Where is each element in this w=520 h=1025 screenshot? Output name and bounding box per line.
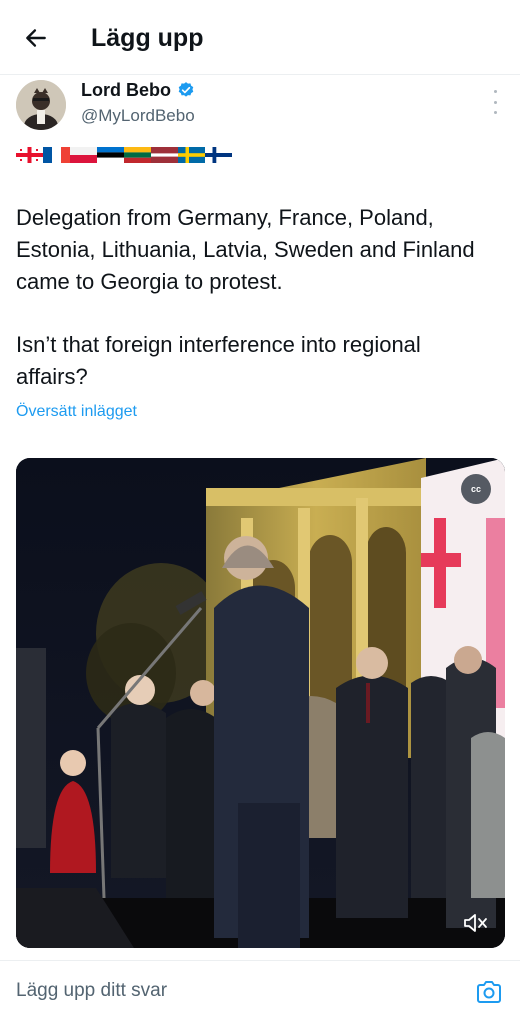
flag-emoji-row (16, 147, 232, 163)
estonia-flag-icon (97, 147, 124, 163)
speaker-muted-icon[interactable] (463, 912, 489, 934)
author-name-row[interactable]: Lord Bebo (81, 79, 195, 101)
reply-input[interactable] (16, 975, 456, 1007)
georgia-flag-icon (16, 147, 43, 163)
camera-icon[interactable] (475, 979, 503, 1005)
verified-badge-icon (178, 82, 194, 97)
post-text-paragraph: Delegation from Germany, France, Poland,… (16, 205, 475, 294)
closed-captions-button[interactable]: cc (461, 474, 491, 504)
more-options-button[interactable] (485, 90, 505, 114)
lithuania-flag-icon (124, 147, 151, 163)
finland-flag-icon (205, 147, 232, 163)
arrow-left-icon (26, 29, 46, 47)
latvia-flag-icon (151, 147, 178, 163)
video-frame (16, 458, 505, 948)
reply-bar (0, 960, 520, 1025)
back-button[interactable] (20, 22, 52, 54)
avatar[interactable] (16, 80, 66, 130)
video-player[interactable]: cc (16, 458, 505, 948)
sweden-flag-icon (178, 147, 205, 163)
page-title: Lägg upp (91, 24, 204, 52)
dot-icon (493, 111, 497, 114)
dot-icon (493, 100, 497, 104)
author-name[interactable]: Lord Bebo (81, 79, 171, 101)
top-bar: Lägg upp (0, 0, 520, 75)
post-text-paragraph: Isn’t that foreign interference into reg… (16, 332, 421, 389)
author-handle[interactable]: @MyLordBebo (81, 105, 195, 127)
dot-icon (493, 90, 497, 93)
france-flag-icon (43, 147, 70, 163)
poland-flag-icon (70, 147, 97, 163)
translate-post-link[interactable]: Översätt inlägget (16, 403, 137, 421)
